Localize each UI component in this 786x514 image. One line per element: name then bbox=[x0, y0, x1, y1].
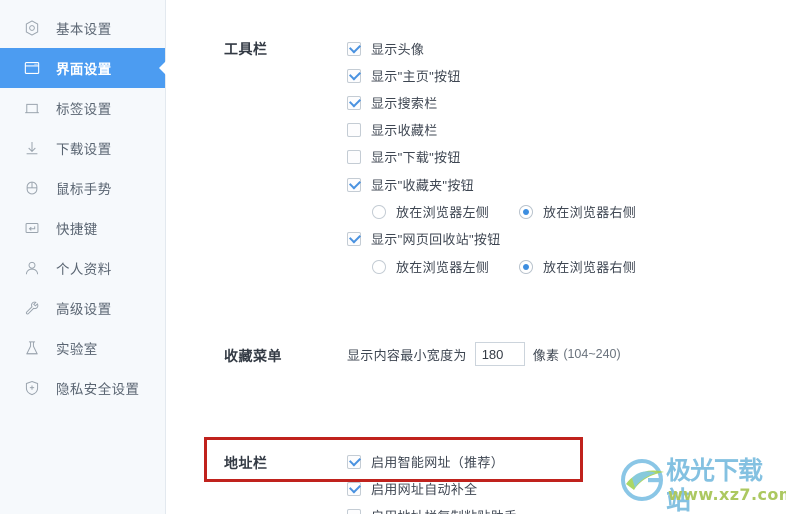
sidebar-item-label: 鼠标手势 bbox=[56, 182, 112, 197]
min-width-range-hint: (104~240) bbox=[563, 347, 621, 361]
checkbox-label: 显示"收藏夹"按钮 bbox=[371, 178, 474, 193]
checkbox-label: 显示头像 bbox=[371, 42, 425, 57]
settings-content-pane: 工具栏 显示头像 显示"主页"按钮 显示搜索栏 显示收藏栏 显示"下载"按钮 显… bbox=[166, 0, 786, 514]
sidebar-item-profile[interactable]: 个人资料 bbox=[0, 248, 165, 288]
radio-row-recycle-right[interactable]: 放在浏览器右侧 bbox=[519, 257, 636, 276]
checkbox-show-bookmarks-bar[interactable] bbox=[347, 122, 361, 137]
checkbox-row-enable-url-autocomplete[interactable]: 启用网址自动补全 bbox=[347, 479, 477, 498]
sidebar-item-lab[interactable]: 实验室 bbox=[0, 328, 165, 368]
min-width-prefix-label: 显示内容最小宽度为 bbox=[347, 347, 467, 363]
sidebar-item-label: 界面设置 bbox=[56, 62, 112, 77]
sidebar-item-privacy-security[interactable]: 隐私安全设置 bbox=[0, 368, 165, 408]
sidebar-item-tab-settings[interactable]: 标签设置 bbox=[0, 88, 165, 128]
site-watermark: 极光下载站 www.xz7.com bbox=[620, 456, 786, 514]
checkbox-show-home-button[interactable] bbox=[347, 68, 361, 83]
checkbox-show-web-recycle-bin-button[interactable] bbox=[347, 231, 361, 246]
watermark-url: www.xz7.com bbox=[668, 485, 786, 504]
radio-label: 放在浏览器右侧 bbox=[543, 205, 637, 220]
checkbox-label: 显示"网页回收站"按钮 bbox=[371, 232, 501, 247]
sidebar-item-label: 隐私安全设置 bbox=[56, 382, 140, 397]
checkbox-enable-url-autocomplete[interactable] bbox=[347, 481, 361, 496]
watermark-logo-icon bbox=[621, 459, 664, 501]
sidebar-item-label: 基本设置 bbox=[56, 22, 112, 37]
radio-row-favorites-right[interactable]: 放在浏览器右侧 bbox=[519, 202, 636, 221]
window-icon bbox=[22, 58, 42, 78]
settings-window: 基本设置 界面设置 标签设置 下载设置 鼠标手势 快捷键 个人资料 高级设置 实… bbox=[0, 0, 786, 514]
checkbox-enable-copy-paste-helper[interactable] bbox=[347, 508, 361, 514]
hexagon-gear-icon bbox=[22, 18, 42, 38]
sidebar-item-label: 高级设置 bbox=[56, 302, 112, 317]
person-icon bbox=[22, 258, 42, 278]
checkbox-row-show-search-bar[interactable]: 显示搜索栏 bbox=[347, 93, 438, 112]
radio-recycle-right[interactable] bbox=[519, 259, 533, 274]
checkbox-label: 显示"下载"按钮 bbox=[371, 150, 461, 165]
sidebar-item-label: 个人资料 bbox=[56, 262, 112, 277]
sidebar-item-label: 实验室 bbox=[56, 342, 98, 357]
radio-favorites-left[interactable] bbox=[372, 204, 386, 219]
settings-sidebar: 基本设置 界面设置 标签设置 下载设置 鼠标手势 快捷键 个人资料 高级设置 实… bbox=[0, 0, 166, 514]
flask-icon bbox=[22, 338, 42, 358]
radio-label: 放在浏览器左侧 bbox=[396, 205, 490, 220]
sidebar-item-label: 快捷键 bbox=[56, 222, 98, 237]
checkbox-row-show-avatar[interactable]: 显示头像 bbox=[347, 39, 424, 58]
checkbox-row-enable-smart-url[interactable]: 启用智能网址（推荐） bbox=[347, 452, 504, 471]
radio-row-favorites-left[interactable]: 放在浏览器左侧 bbox=[372, 202, 489, 221]
checkbox-label: 启用智能网址（推荐） bbox=[371, 455, 505, 470]
section-label-toolbar: 工具栏 bbox=[224, 41, 268, 57]
section-label-favorites-menu: 收藏菜单 bbox=[224, 348, 282, 364]
sidebar-item-mouse-gestures[interactable]: 鼠标手势 bbox=[0, 168, 165, 208]
sidebar-item-advanced-settings[interactable]: 高级设置 bbox=[0, 288, 165, 328]
min-width-setting-row: 显示内容最小宽度为 像素 (104~240) bbox=[347, 342, 621, 366]
min-width-input[interactable] bbox=[474, 342, 525, 366]
checkbox-row-show-web-recycle-bin-button[interactable]: 显示"网页回收站"按钮 bbox=[347, 229, 501, 248]
radio-recycle-left[interactable] bbox=[372, 259, 386, 274]
sidebar-item-label: 标签设置 bbox=[56, 102, 112, 117]
radio-favorites-right[interactable] bbox=[519, 204, 533, 219]
sidebar-item-shortcuts[interactable]: 快捷键 bbox=[0, 208, 165, 248]
download-arrow-icon bbox=[22, 138, 42, 158]
radio-label: 放在浏览器左侧 bbox=[396, 260, 490, 275]
checkbox-enable-smart-url[interactable] bbox=[347, 454, 361, 469]
checkbox-label: 启用地址栏复制粘贴助手 bbox=[371, 506, 517, 514]
sidebar-item-download-settings[interactable]: 下载设置 bbox=[0, 128, 165, 168]
checkbox-row-show-download-button[interactable]: 显示"下载"按钮 bbox=[347, 147, 461, 166]
checkbox-row-show-bookmarks-bar[interactable]: 显示收藏栏 bbox=[347, 120, 438, 139]
checkbox-show-search-bar[interactable] bbox=[347, 95, 361, 110]
shield-plus-icon bbox=[22, 378, 42, 398]
checkbox-label: 显示"主页"按钮 bbox=[371, 69, 461, 84]
sidebar-item-label: 下载设置 bbox=[56, 142, 112, 157]
checkbox-show-avatar[interactable] bbox=[347, 41, 361, 56]
checkbox-show-favorites-button[interactable] bbox=[347, 177, 361, 192]
min-width-unit-label: 像素 bbox=[532, 347, 560, 363]
checkbox-row-enable-copy-paste-helper[interactable]: 启用地址栏复制粘贴助手 bbox=[347, 506, 517, 514]
tab-square-icon bbox=[22, 98, 42, 118]
sidebar-item-basic-settings[interactable]: 基本设置 bbox=[0, 8, 165, 48]
checkbox-row-show-home-button[interactable]: 显示"主页"按钮 bbox=[347, 66, 461, 85]
mouse-icon bbox=[22, 178, 42, 198]
checkbox-label: 显示收藏栏 bbox=[371, 123, 438, 138]
checkbox-label: 启用网址自动补全 bbox=[371, 482, 478, 497]
wrench-icon bbox=[22, 298, 42, 318]
checkbox-show-download-button[interactable] bbox=[347, 149, 361, 164]
keyboard-key-icon bbox=[22, 218, 42, 238]
radio-label: 放在浏览器右侧 bbox=[543, 260, 637, 275]
checkbox-row-show-favorites-button[interactable]: 显示"收藏夹"按钮 bbox=[347, 175, 474, 194]
section-label-address-bar: 地址栏 bbox=[224, 455, 268, 471]
checkbox-label: 显示搜索栏 bbox=[371, 96, 438, 111]
sidebar-item-interface-settings[interactable]: 界面设置 bbox=[0, 48, 165, 88]
radio-row-recycle-left[interactable]: 放在浏览器左侧 bbox=[372, 257, 489, 276]
